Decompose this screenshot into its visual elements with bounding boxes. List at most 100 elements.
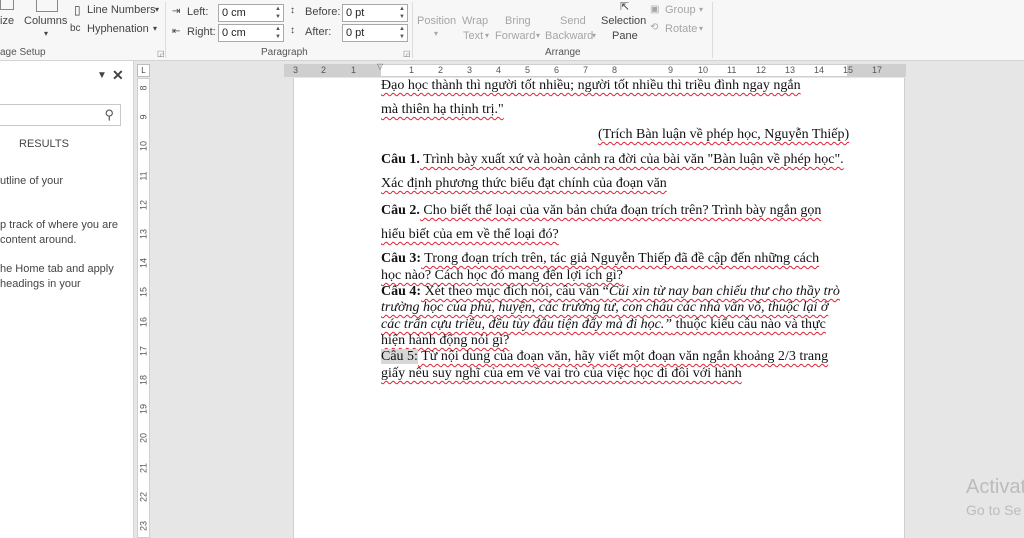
ruler-tick-label: 15 <box>138 287 149 298</box>
ruler-tick-label: 16 <box>138 316 149 327</box>
hyphenation-icon: bc <box>70 23 81 34</box>
send-backward-dropdown-icon: ▾ <box>592 31 597 40</box>
ruler-tick-label: 1 <box>409 65 415 75</box>
indent-marker-icon[interactable]: ▽ <box>377 62 383 71</box>
nav-help-text: content around. <box>0 234 77 246</box>
size-button[interactable]: ize <box>0 15 14 27</box>
bring-forward-button-line1[interactable]: Bring <box>505 15 531 27</box>
rotate-icon: ⟲ <box>650 22 659 33</box>
question-5: Câu 5: Từ nội dung của đoạn văn, hãy viế… <box>381 349 828 365</box>
ruler-tick-label: 17 <box>872 65 883 75</box>
question-text: Từ nội dung của đoạn văn, hãy viết một đ… <box>417 349 829 364</box>
group-icon: ▣ <box>650 4 660 15</box>
question-label: Câu 3: <box>381 251 422 266</box>
ruler-tick-label: 20 <box>138 433 149 444</box>
rotate-button[interactable]: Rotate <box>665 23 697 35</box>
spacing-after-icon: ↕ <box>290 25 295 36</box>
citation: (Trích Bàn luận về phép học, Nguyễn Thiế… <box>598 127 850 142</box>
selection-pane-icon: ⇱ <box>620 1 630 13</box>
wrap-text-button-line1[interactable]: Wrap <box>462 15 488 27</box>
send-backward-button-line2[interactable]: Backward <box>545 30 593 42</box>
question-3: Câu 3: Trong đoạn trích trên, tác giả Ng… <box>381 251 819 267</box>
ruler-tick-label: 2 <box>438 65 444 75</box>
question-label: Câu 1. <box>381 152 420 167</box>
question-3-cont: học nào? Cách học đó mang đến lợi ích gì… <box>381 268 623 283</box>
wrap-text-dropdown-icon: ▾ <box>485 31 490 40</box>
bring-forward-button-line2[interactable]: Forward <box>495 30 535 42</box>
indent-left-input[interactable]: 0 cm ▲ ▼ <box>218 4 284 22</box>
question-2-cont: hiểu biết của em về thể loại đó? <box>381 227 559 242</box>
question-text: Trong đoạn trích trên, tác giả Nguyễn Th… <box>421 251 820 266</box>
question-text: thuộc kiểu câu nào và thực <box>672 317 826 332</box>
page-setup-group-label: age Setup <box>0 47 46 58</box>
question-label: Câu 2. <box>381 203 420 218</box>
ruler-tick-label: 1 <box>351 65 357 75</box>
question-text: Xét theo mục đích nói, câu văn “ <box>421 284 609 299</box>
page-setup-launcher-icon[interactable]: ◲ <box>157 49 165 58</box>
ruler-tick-label: 14 <box>814 65 825 75</box>
question-4-cont: hiện hành động nói gì? <box>381 333 510 348</box>
rotate-dropdown-icon: ▾ <box>699 24 704 33</box>
horizontal-ruler[interactable]: 3 2 1 1 2 3 4 5 6 7 8 9 10 11 12 13 14 15 17 ▽ <box>284 62 906 77</box>
paragraph-launcher-icon[interactable]: ◲ <box>403 49 411 58</box>
tab-results[interactable]: RESULTS <box>19 138 69 150</box>
columns-dropdown-icon: ▾ <box>44 29 49 38</box>
selection-pane-button-line1[interactable]: Selection <box>601 15 646 27</box>
question-quote: Cúi xin từ nay ban chiếu thư cho thầy tr… <box>608 284 840 299</box>
ruler-tick-label: 10 <box>698 65 709 75</box>
nav-options-dropdown-icon[interactable]: ▼ <box>97 70 107 81</box>
nav-help-text: he Home tab and apply <box>0 263 114 275</box>
question-2: Câu 2. Cho biết thể loại của văn bản chứ… <box>381 203 821 219</box>
indent-right-input[interactable]: 0 cm ▲ ▼ <box>218 24 284 42</box>
indent-right-icon: ⇤ <box>172 26 181 37</box>
line-numbers-button[interactable]: Line Numbers <box>87 4 155 16</box>
indent-left-icon: ⇥ <box>172 6 181 17</box>
wrap-text-button-line2[interactable]: Text <box>463 30 483 42</box>
columns-button[interactable]: Columns <box>24 15 67 27</box>
question-quote: các trấn cựu triều, đều tùy đâu tiện đấy… <box>381 317 673 332</box>
ruler-tick-label: 15 <box>843 65 854 75</box>
group-dropdown-icon: ▾ <box>699 5 704 14</box>
ruler-tick-label: 5 <box>525 65 531 75</box>
ruler-tick-label: 21 <box>138 462 149 473</box>
ruler-tick-label: 6 <box>554 65 560 75</box>
question-1-cont: Xác định phương thức biểu đạt chính của … <box>381 176 667 191</box>
group-button[interactable]: Group <box>665 4 696 16</box>
question-1: Câu 1. Trình bày xuất xứ và hoàn cảnh ra… <box>381 152 844 168</box>
spacing-before-label: Before: <box>305 6 341 18</box>
spacing-after-input[interactable]: 0 pt ▲ ▼ <box>342 24 408 42</box>
nav-search-input[interactable]: ⚲ <box>0 104 121 126</box>
question-label: Câu 4: <box>381 284 422 299</box>
ruler-tick-label: 12 <box>138 199 149 210</box>
tab-selector-button[interactable]: L <box>137 64 150 77</box>
question-text: Cho biết thể loại của văn bản chứa đoạn … <box>419 203 822 218</box>
ruler-tick-label: 11 <box>727 65 737 75</box>
doc-line: mà thiên hạ thịnh trị." <box>381 102 504 117</box>
hyphenation-button[interactable]: Hyphenation <box>87 23 149 35</box>
hyphenation-dropdown-icon: ▾ <box>153 24 158 33</box>
ruler-tick-label: 9 <box>668 65 674 75</box>
nav-help-text: headings in your <box>0 278 81 290</box>
ruler-tick-label: 11 <box>138 170 149 181</box>
size-icon <box>0 0 14 10</box>
spacing-before-icon: ↕ <box>290 5 295 16</box>
ruler-tick-label: 13 <box>138 229 149 240</box>
arrange-group-label: Arrange <box>545 47 581 58</box>
question-4-quote: trường học của phủ, huyện, các trường tư… <box>381 300 829 315</box>
search-icon[interactable]: ⚲ <box>104 107 114 123</box>
position-button[interactable]: Position <box>417 15 456 27</box>
selection-pane-button-line2[interactable]: Pane <box>612 30 638 42</box>
ruler-tick-label: 2 <box>321 65 327 75</box>
ribbon-separator <box>165 2 166 58</box>
send-backward-button-line1[interactable]: Send <box>560 15 586 27</box>
navigation-pane: ▼ ✕ ⚲ RESULTS utline of your p track of … <box>0 61 134 538</box>
indent-left-label: Left: <box>187 6 209 18</box>
document-page[interactable]: Đạo học thành thì người tốt nhiều; người… <box>293 78 905 538</box>
ribbon-separator <box>412 2 413 58</box>
spacing-before-input[interactable]: 0 pt ▲ ▼ <box>342 4 408 22</box>
indent-right-label: Right: <box>187 26 216 38</box>
ruler-tick-label: 14 <box>138 258 149 269</box>
close-icon[interactable]: ✕ <box>112 67 124 84</box>
vertical-ruler[interactable]: 8 9 10 11 12 13 14 15 16 17 18 19 20 21 22 23 <box>137 78 150 538</box>
question-4: Câu 4: Xét theo mục đích nói, câu văn “C… <box>381 284 840 300</box>
